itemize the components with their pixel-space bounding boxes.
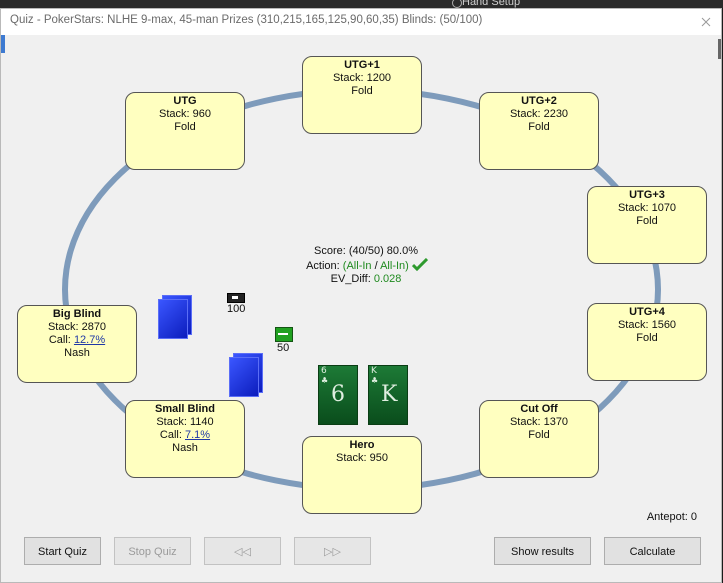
seat-call: Call: 7.1% xyxy=(159,429,211,441)
seat-stack: Stack: 2870 xyxy=(47,321,107,333)
close-icon[interactable] xyxy=(697,9,715,35)
sb-card-backs xyxy=(229,353,263,397)
seat-action: Nash xyxy=(172,442,198,454)
seat-utg3[interactable]: UTG+3 Stack: 1070 Fold xyxy=(587,186,707,264)
hole-card-2: K ♣ K xyxy=(368,365,408,425)
seat-name: UTG+4 xyxy=(629,306,665,318)
card-back-icon xyxy=(158,299,188,339)
seat-action: Fold xyxy=(636,215,658,227)
seat-stack: Stack: 1560 xyxy=(617,319,677,331)
seat-name: Small Blind xyxy=(155,403,215,415)
hole-card-1: 6 ♣ 6 xyxy=(318,365,358,425)
seat-stack: Stack: 960 xyxy=(159,108,211,120)
seat-name: Cut Off xyxy=(520,403,558,415)
chip-icon xyxy=(275,327,293,342)
seat-stack: Stack: 1200 xyxy=(332,72,392,84)
card-back-icon xyxy=(229,357,259,397)
checkmark-icon xyxy=(411,257,428,272)
title-bar: Quiz - PokerStars: NLHE 9-max, 45-man Pr… xyxy=(1,9,721,35)
seat-utg1[interactable]: UTG+1 Stack: 1200 Fold xyxy=(302,56,422,134)
previous-button[interactable]: ◁◁ xyxy=(204,537,281,565)
call-range-link[interactable]: 7.1% xyxy=(185,429,210,441)
show-results-button[interactable]: Show results xyxy=(494,537,591,565)
seat-name: UTG+3 xyxy=(629,189,665,201)
seat-name: Big Blind xyxy=(52,308,102,320)
call-range-link[interactable]: 12.7% xyxy=(74,334,105,346)
calculate-button[interactable]: Calculate xyxy=(604,537,701,565)
seat-utg4[interactable]: UTG+4 Stack: 1560 Fold xyxy=(587,303,707,381)
seat-action: Fold xyxy=(636,332,658,344)
seat-stack: Stack: 1140 xyxy=(156,416,214,428)
ev-line: EV_Diff: 0.028 xyxy=(330,273,402,285)
bb-bet: 100 xyxy=(227,303,246,315)
seat-big-blind[interactable]: Big Blind Stack: 2870 Call: 12.7% Nash xyxy=(17,305,137,383)
club-icon: ♣ xyxy=(321,376,329,385)
seat-action: Fold xyxy=(174,121,196,133)
start-quiz-button[interactable]: Start Quiz xyxy=(24,537,101,565)
next-button[interactable]: ▷▷ xyxy=(294,537,371,565)
seat-utg[interactable]: UTG Stack: 960 Fold xyxy=(125,92,245,170)
seat-name: Hero xyxy=(349,439,375,451)
seat-action: Fold xyxy=(528,429,550,441)
window-title: Quiz - PokerStars: NLHE 9-max, 45-man Pr… xyxy=(10,14,483,26)
seat-stack: Stack: 1370 xyxy=(509,416,569,428)
stop-quiz-button[interactable]: Stop Quiz xyxy=(114,537,191,565)
seat-action: Nash xyxy=(64,347,90,359)
seat-name: UTG xyxy=(173,95,197,107)
quiz-info: Score: (40/50) 80.0% Action: (All-In / A… xyxy=(291,245,441,286)
background-app-strip: Hand Setup xyxy=(0,0,723,8)
seat-cut-off[interactable]: Cut Off Stack: 1370 Fold xyxy=(479,400,599,478)
app-icon xyxy=(452,0,462,8)
seat-stack: Stack: 950 xyxy=(336,452,388,464)
club-icon: ♣ xyxy=(371,376,379,385)
seat-name: UTG+1 xyxy=(344,59,380,71)
seat-utg2[interactable]: UTG+2 Stack: 2230 Fold xyxy=(479,92,599,170)
scrollbar[interactable] xyxy=(718,39,721,59)
seat-hero[interactable]: Hero Stack: 950 xyxy=(302,436,422,514)
chip-icon xyxy=(227,293,245,303)
antepot-label: Antepot: 0 xyxy=(646,511,697,523)
sb-bet: 50 xyxy=(277,342,290,354)
side-tab xyxy=(1,35,5,53)
seat-name: UTG+2 xyxy=(521,95,557,107)
seat-small-blind[interactable]: Small Blind Stack: 1140 Call: 7.1% Nash xyxy=(125,400,245,478)
hand-setup-label: Hand Setup xyxy=(462,0,521,8)
seat-action: Fold xyxy=(351,85,373,97)
seat-stack: Stack: 1070 xyxy=(617,202,677,214)
action-line: Action: (All-In / All-In) xyxy=(291,257,441,273)
quiz-window: Quiz - PokerStars: NLHE 9-max, 45-man Pr… xyxy=(0,8,722,583)
seat-stack: Stack: 2230 xyxy=(509,108,569,120)
score-line: Score: (40/50) 80.0% xyxy=(314,245,418,257)
seat-action: Fold xyxy=(528,121,550,133)
seat-call: Call: 12.7% xyxy=(48,334,106,346)
bb-card-backs xyxy=(158,295,192,339)
